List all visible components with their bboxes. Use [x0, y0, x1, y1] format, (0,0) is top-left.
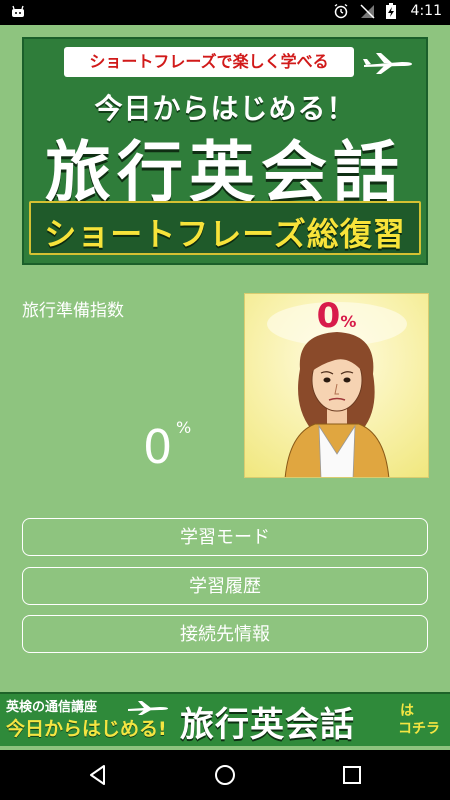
navigation-bar — [0, 750, 450, 800]
character-portrait: 0% — [244, 293, 429, 478]
readiness-index-value: 0 — [143, 420, 173, 474]
ad-banner[interactable]: 英検の通信講座 今日からはじめる! 旅行英会話 は コチラ — [0, 692, 450, 746]
portrait-percent-value: 0 — [316, 296, 341, 336]
portrait-percent: 0% — [245, 296, 428, 336]
ad-kochira-text: コチラ — [398, 721, 440, 737]
back-icon[interactable] — [86, 763, 110, 787]
banner-tagline: ショートフレーズで楽しく学べる — [64, 47, 354, 77]
airplane-icon — [363, 53, 412, 74]
status-bar: 4:11 — [0, 0, 450, 25]
study-mode-button[interactable]: 学習モード — [22, 518, 428, 556]
portrait-percent-unit: % — [340, 312, 357, 331]
android-notification-icon — [10, 4, 26, 24]
readiness-index-label: 旅行準備指数 — [22, 301, 124, 321]
recents-icon[interactable] — [340, 763, 364, 787]
connection-info-button[interactable]: 接続先情報 — [22, 615, 428, 653]
ad-small-text: 英検の通信講座 — [6, 700, 98, 715]
readiness-index-unit: % — [176, 418, 192, 437]
alarm-icon — [333, 3, 349, 19]
study-history-button[interactable]: 学習履歴 — [22, 567, 428, 605]
ad-subtitle: 今日からはじめる! — [6, 718, 167, 740]
home-icon[interactable] — [213, 763, 237, 787]
battery-charging-icon — [385, 3, 401, 19]
no-signal-icon — [359, 3, 375, 19]
banner-ribbon: ショートフレーズ総復習 — [29, 201, 421, 255]
status-time: 4:11 — [410, 3, 442, 19]
app-banner: ショートフレーズで楽しく学べる 今日からはじめる！ 旅行英会話 ショートフレーズ… — [22, 37, 428, 265]
ad-ha-text: は — [400, 703, 414, 719]
ad-title: 旅行英会話 — [180, 705, 355, 745]
banner-ribbon-text: ショートフレーズ総復習 — [44, 215, 406, 253]
